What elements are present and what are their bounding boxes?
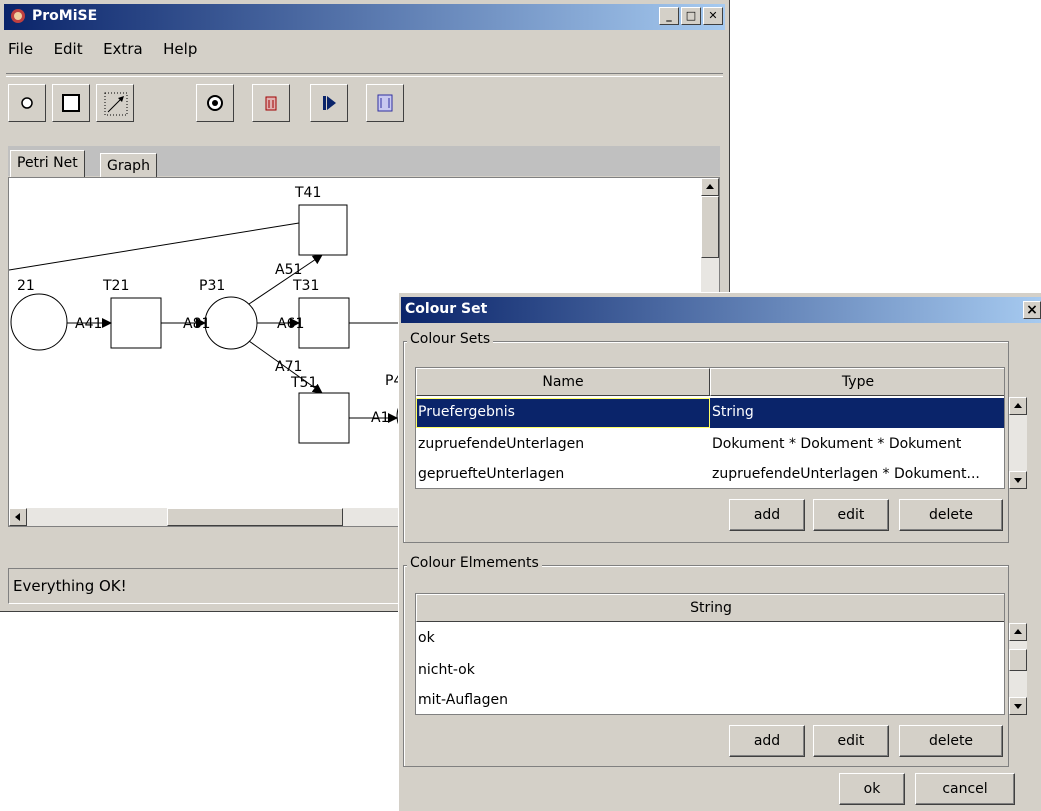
colour-element-edit-button[interactable]: edit xyxy=(813,725,889,757)
transition-t31[interactable] xyxy=(298,297,350,349)
row-name: Pruefergebnis xyxy=(418,404,515,420)
transition-tool-icon xyxy=(62,94,80,112)
tab-graph[interactable]: Graph xyxy=(100,153,157,178)
colour-sets-scrollbar[interactable] xyxy=(1009,397,1027,489)
token-tool-icon xyxy=(207,95,223,111)
arrow-up-icon xyxy=(1014,629,1022,634)
row-name: gepruefteUnterlagen xyxy=(418,466,565,482)
tab-petri-net[interactable]: Petri Net xyxy=(10,150,85,178)
colour-element-add-button[interactable]: add xyxy=(729,725,805,757)
arrow-down-icon xyxy=(1014,478,1022,483)
minimize-button[interactable]: _ xyxy=(659,7,679,25)
dialog-close-button[interactable]: × xyxy=(1023,301,1041,319)
maximize-button[interactable]: □ xyxy=(681,7,701,25)
delete-tool-icon xyxy=(265,96,277,111)
app-logo-icon xyxy=(11,9,25,23)
colour-set-add-button[interactable]: add xyxy=(729,499,805,531)
colour-sets-legend: Colour Sets xyxy=(407,331,494,347)
menu-edit[interactable]: Edit xyxy=(54,40,83,58)
menu-bar: File Edit Extra Help xyxy=(8,40,213,68)
main-title-bar[interactable]: ProMiSE _ □ ✕ xyxy=(4,4,725,30)
label-a51: A51 xyxy=(275,262,302,278)
colour-set-tool-icon xyxy=(377,94,393,112)
close-button[interactable]: ✕ xyxy=(703,7,723,25)
close-icon: × xyxy=(1026,302,1038,318)
list-item[interactable]: ok xyxy=(418,624,435,652)
label-t41: T41 xyxy=(294,185,321,201)
label-p31: P31 xyxy=(199,278,225,294)
label-t21: T21 xyxy=(102,278,129,294)
row-type: String xyxy=(712,404,754,420)
label-t51: T51 xyxy=(290,375,317,391)
column-header-string[interactable]: String xyxy=(416,594,1004,622)
arrow-up-icon xyxy=(1014,403,1022,408)
column-header-type[interactable]: Type xyxy=(710,368,1004,396)
scroll-thumb-horizontal[interactable] xyxy=(167,508,343,526)
menu-separator xyxy=(6,73,723,77)
token-tool-button[interactable] xyxy=(196,84,234,122)
arc-tool-button[interactable] xyxy=(96,84,134,122)
colour-element-delete-button[interactable]: delete xyxy=(899,725,1003,757)
delete-tool-button[interactable] xyxy=(252,84,290,122)
colour-elements-table: String ok nicht-ok mit-Auflagen xyxy=(415,593,1005,715)
colour-set-edit-button[interactable]: edit xyxy=(813,499,889,531)
menu-extra[interactable]: Extra xyxy=(103,40,143,58)
list-item[interactable]: mit-Auflagen xyxy=(418,686,508,714)
label-a1: A1 xyxy=(371,410,389,426)
place-tool-icon xyxy=(21,97,33,109)
arrow-left-icon xyxy=(15,513,20,521)
transition-tool-button[interactable] xyxy=(52,84,90,122)
scroll-up-button[interactable] xyxy=(701,178,719,196)
colour-set-dialog: Colour Set × Colour Sets Name Type Pruef… xyxy=(398,292,1041,811)
row-type: Dokument * Dokument * Dokument xyxy=(712,436,962,452)
scroll-up-button[interactable] xyxy=(1009,397,1027,415)
label-t31: T31 xyxy=(292,278,319,294)
ok-button[interactable]: ok xyxy=(839,773,905,805)
colour-elements-legend: Colour Elmements xyxy=(407,555,542,571)
scroll-up-button[interactable] xyxy=(1009,623,1027,641)
menu-help[interactable]: Help xyxy=(163,40,197,58)
label-p21: 21 xyxy=(17,278,35,294)
dialog-title-bar[interactable]: Colour Set × xyxy=(401,297,1041,323)
scroll-left-button[interactable] xyxy=(9,508,27,526)
cancel-button[interactable]: cancel xyxy=(915,773,1015,805)
arrow-down-icon xyxy=(1014,704,1022,709)
colour-sets-table: Name Type Pruefergebnis String zupruefen… xyxy=(415,367,1005,489)
table-row[interactable]: gepruefteUnterlagen zupruefendeUnterlage… xyxy=(416,460,1004,488)
label-a61: A61 xyxy=(277,316,304,332)
place-p21[interactable] xyxy=(10,293,68,351)
scroll-down-button[interactable] xyxy=(1009,471,1027,489)
place-tool-button[interactable] xyxy=(8,84,46,122)
menu-file[interactable]: File xyxy=(8,40,33,58)
label-a81: A81 xyxy=(183,316,210,332)
colour-set-delete-button[interactable]: delete xyxy=(899,499,1003,531)
list-item[interactable]: nicht-ok xyxy=(418,656,475,684)
transition-t21[interactable] xyxy=(110,297,162,349)
arc-tool-icon xyxy=(104,92,128,116)
label-a41: A41 xyxy=(75,316,102,332)
dialog-title: Colour Set xyxy=(405,301,488,317)
scroll-thumb-vertical[interactable] xyxy=(701,196,719,258)
run-tool-icon xyxy=(323,96,336,110)
colour-set-tool-button[interactable] xyxy=(366,84,404,122)
scroll-down-button[interactable] xyxy=(1009,697,1027,715)
column-header-name[interactable]: Name xyxy=(416,368,710,396)
arrow-up-icon xyxy=(706,184,714,189)
run-tool-button[interactable] xyxy=(310,84,348,122)
table-row[interactable]: zupruefendeUnterlagen Dokument * Dokumen… xyxy=(416,430,1004,460)
scroll-thumb-vertical[interactable] xyxy=(1009,649,1027,671)
transition-t51[interactable] xyxy=(298,392,350,444)
row-type: zupruefendeUnterlagen * Dokument... xyxy=(712,466,980,482)
transition-t41[interactable] xyxy=(298,204,348,256)
table-row[interactable]: Pruefergebnis String xyxy=(416,398,1004,428)
colour-elements-scrollbar[interactable] xyxy=(1009,623,1027,715)
row-name: zupruefendeUnterlagen xyxy=(418,436,585,452)
main-window-title: ProMiSE xyxy=(32,8,98,24)
label-a71: A71 xyxy=(275,359,302,375)
